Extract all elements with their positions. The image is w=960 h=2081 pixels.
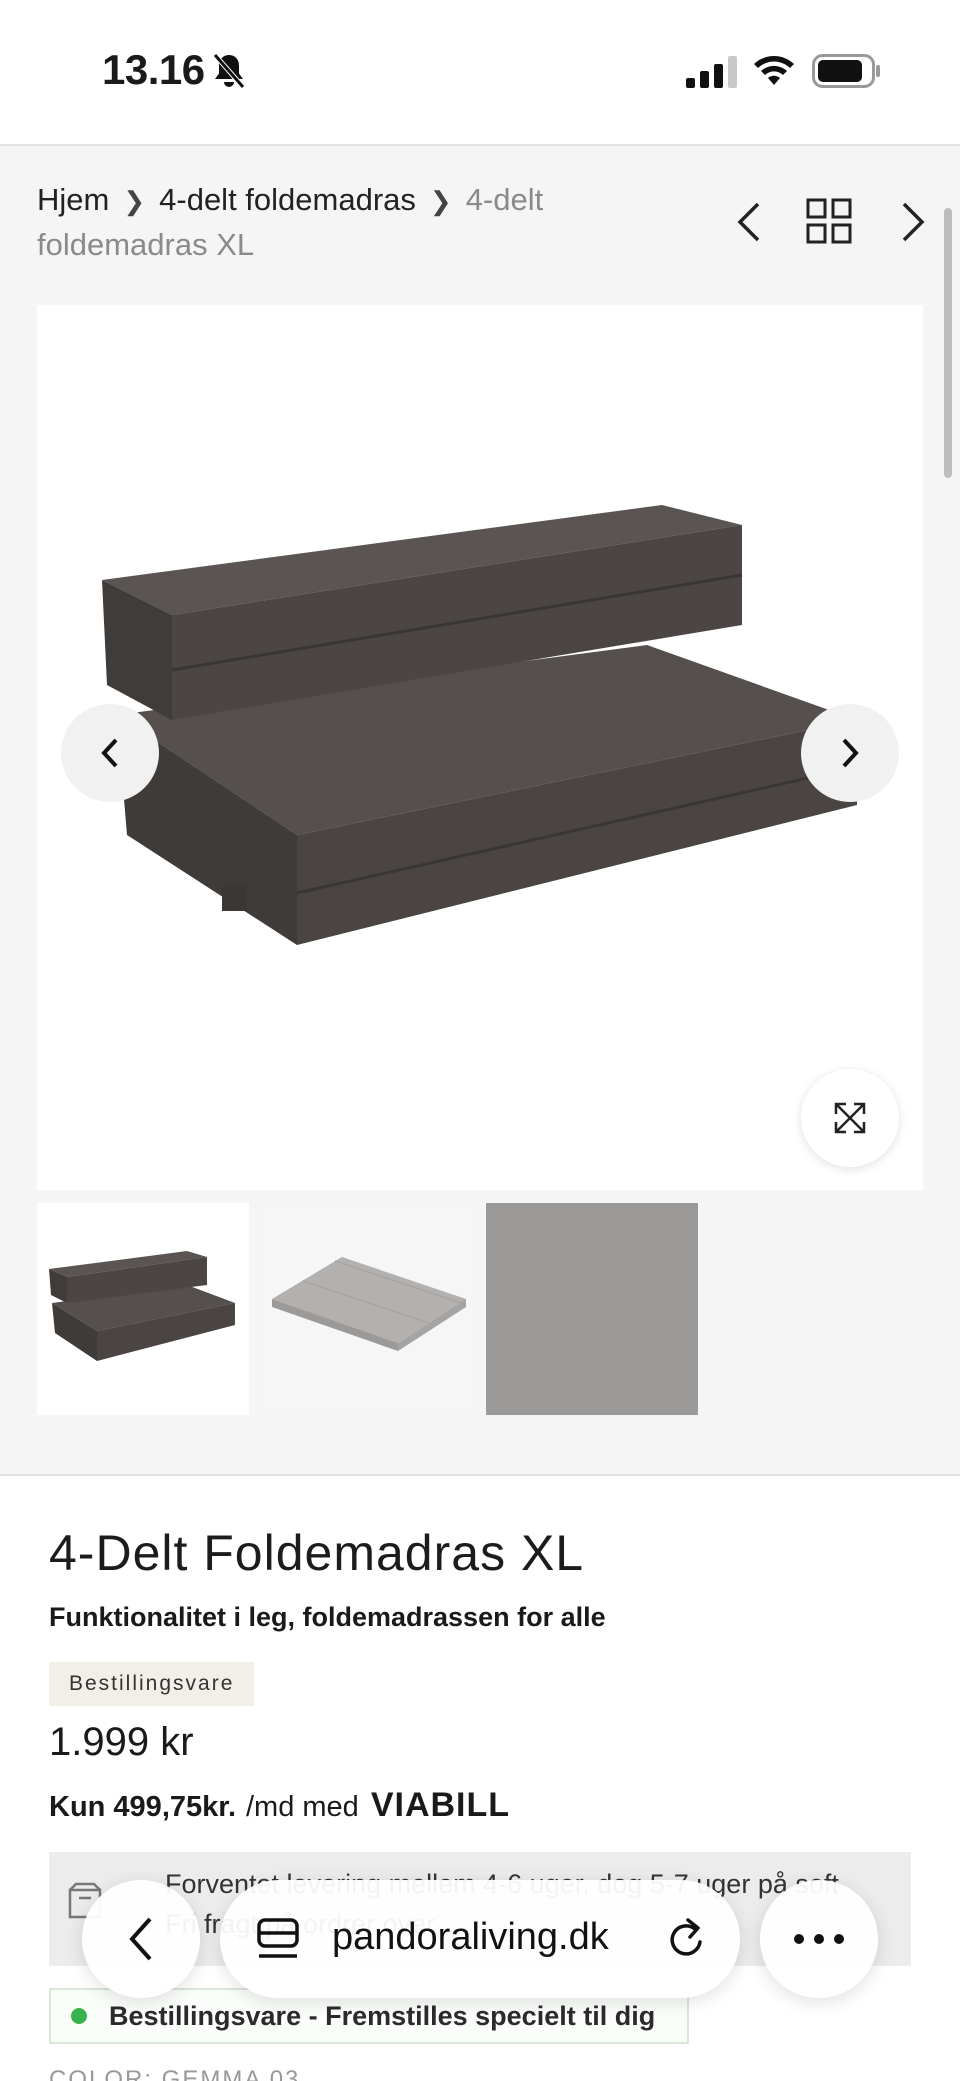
wifi-icon — [754, 56, 794, 85]
browser-back-button[interactable] — [82, 1880, 200, 1998]
breadcrumb-separator: ❯ — [429, 186, 452, 216]
breadcrumb-home[interactable]: Hjem — [37, 182, 109, 217]
product-title: 4-Delt Foldemadras XL — [49, 1525, 585, 1581]
viabill-logo: VIABILL — [370, 1786, 511, 1824]
signal-icon — [686, 56, 737, 88]
chevron-left-icon — [129, 1917, 152, 1961]
installment-offer: Kun 499,75kr. /md med VIABILL — [49, 1786, 510, 1825]
breadcrumb-category[interactable]: 4-delt foldemadras — [159, 182, 416, 217]
url-text: pandoraliving.dk — [332, 1916, 609, 1958]
folding-mattress-image — [102, 505, 858, 945]
product-price: 1.999 kr — [49, 1720, 194, 1764]
more-icon — [794, 1934, 844, 1944]
color-label: COLOR: GEMMA 03 — [49, 2066, 301, 2081]
expand-icon — [834, 1102, 866, 1134]
installment-suffix: /md med — [246, 1791, 359, 1823]
image-next-button[interactable] — [801, 704, 899, 802]
grid-icon[interactable] — [806, 198, 852, 244]
address-bar[interactable]: pandoraliving.dk — [220, 1880, 740, 1998]
image-prev-button[interactable] — [61, 704, 159, 802]
status-bar: 13.16 — [0, 0, 960, 146]
order-item-badge: Bestillingsvare — [49, 1662, 255, 1706]
breadcrumb: Hjem ❯ 4-delt foldemadras ❯ 4-delt foldemadr… — [37, 178, 597, 267]
thumbnail-mattress-folded — [49, 1251, 235, 1361]
thumbnail-mattress-flat — [272, 1257, 466, 1351]
battery-icon — [812, 54, 880, 88]
status-time: 13.16 — [102, 46, 205, 93]
bell-off-icon — [213, 53, 245, 89]
product-main-image — [37, 305, 923, 1190]
chevron-left-icon — [101, 738, 118, 768]
thumbnail-3-fabric[interactable] — [486, 1203, 698, 1415]
thumbnail-2[interactable] — [262, 1203, 474, 1415]
reload-icon[interactable] — [664, 1916, 708, 1962]
browser-toolbar: pandoraliving.dk — [0, 1876, 960, 2006]
next-product-button[interactable] — [894, 200, 930, 244]
more-menu-button[interactable] — [760, 1880, 878, 1998]
installment-amount: Kun 499,75kr. — [49, 1791, 236, 1823]
thumbnail-1[interactable] — [37, 1203, 249, 1415]
tabs-icon — [257, 1918, 299, 1958]
product-subtitle: Funktionalitet i leg, foldemadrassen for… — [49, 1602, 606, 1632]
expand-image-button[interactable] — [801, 1069, 899, 1167]
scrollbar[interactable] — [944, 208, 952, 478]
previous-product-button[interactable] — [732, 200, 768, 244]
chevron-right-icon — [842, 738, 859, 768]
breadcrumb-separator: ❯ — [123, 186, 146, 216]
status-dot — [71, 2008, 87, 2024]
